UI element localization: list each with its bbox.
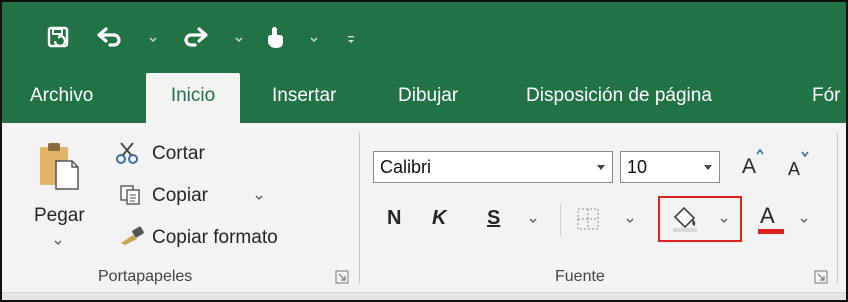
chevron-down-icon[interactable]: [254, 194, 264, 202]
font-size-dropdown[interactable]: [697, 152, 719, 182]
bold-button[interactable]: N: [387, 207, 401, 230]
shrink-font-button[interactable]: A: [788, 159, 800, 180]
chevron-down-icon[interactable]: [148, 35, 158, 45]
chevron-down-icon: [704, 165, 712, 170]
ribbon-home: Pegar Cortar Copiar Copiar formato Porta…: [2, 123, 846, 292]
chevron-down-icon[interactable]: [53, 239, 63, 247]
tab-formulas[interactable]: Fór: [812, 68, 841, 123]
font-size-combobox[interactable]: 10: [620, 151, 720, 183]
ribbon-tabs: Archivo Inicio Insertar Dibujar Disposic…: [2, 68, 846, 123]
font-name-dropdown[interactable]: [590, 152, 612, 182]
tab-disposicion-de-pagina[interactable]: Disposición de página: [526, 68, 712, 123]
chevron-down-icon[interactable]: [309, 35, 319, 45]
chevron-down-icon[interactable]: [625, 217, 635, 225]
quick-access-toolbar: [2, 2, 846, 68]
dialog-launcher-icon[interactable]: [335, 270, 349, 284]
chevron-down-icon: [597, 165, 605, 170]
font-color-button[interactable]: A: [760, 203, 775, 229]
borders-icon[interactable]: [576, 207, 600, 236]
touch-mode-icon[interactable]: [264, 22, 286, 54]
group-divider: [837, 133, 838, 283]
chevron-down-icon[interactable]: [234, 35, 244, 45]
tab-archivo[interactable]: Archivo: [30, 68, 93, 123]
underline-button[interactable]: S: [487, 207, 500, 230]
scissors-icon[interactable]: [115, 142, 141, 171]
fill-color-highlight-box: [658, 196, 742, 242]
customize-qat-icon[interactable]: [346, 35, 356, 45]
tab-inicio[interactable]: Inicio: [146, 73, 240, 123]
tab-dibujar[interactable]: Dibujar: [398, 68, 458, 123]
format-painter-button[interactable]: Copiar formato: [152, 227, 278, 249]
format-painter-icon[interactable]: [119, 225, 145, 252]
tab-insertar[interactable]: Insertar: [272, 68, 336, 123]
chevron-down-icon[interactable]: [528, 217, 538, 225]
redo-icon[interactable]: [182, 22, 210, 54]
dialog-launcher-icon[interactable]: [814, 270, 828, 284]
shrink-arrow-icon: [801, 151, 809, 157]
copy-button[interactable]: Copiar: [152, 185, 208, 207]
paste-button[interactable]: Pegar: [34, 205, 85, 227]
copy-icon[interactable]: [119, 184, 141, 211]
clipboard-group-label: Portapapeles: [98, 268, 193, 285]
group-divider: [359, 133, 360, 283]
separator: [560, 204, 561, 236]
chevron-down-icon[interactable]: [799, 217, 809, 225]
font-size-value: 10: [627, 157, 648, 177]
font-name-combobox[interactable]: Calibri: [373, 151, 613, 183]
grow-arrow-icon: [756, 149, 764, 155]
font-group-label: Fuente: [555, 268, 605, 285]
cut-button[interactable]: Cortar: [152, 143, 205, 165]
grow-font-button[interactable]: A: [742, 155, 756, 179]
italic-button[interactable]: K: [432, 207, 446, 230]
save-icon[interactable]: [46, 22, 72, 54]
font-name-value: Calibri: [380, 157, 432, 177]
undo-icon[interactable]: [95, 22, 123, 54]
formula-bar-edge: [2, 292, 846, 300]
font-color-bar: [758, 229, 784, 234]
paste-icon[interactable]: [38, 141, 80, 196]
excel-window: Archivo Inicio Insertar Dibujar Disposic…: [0, 0, 848, 302]
